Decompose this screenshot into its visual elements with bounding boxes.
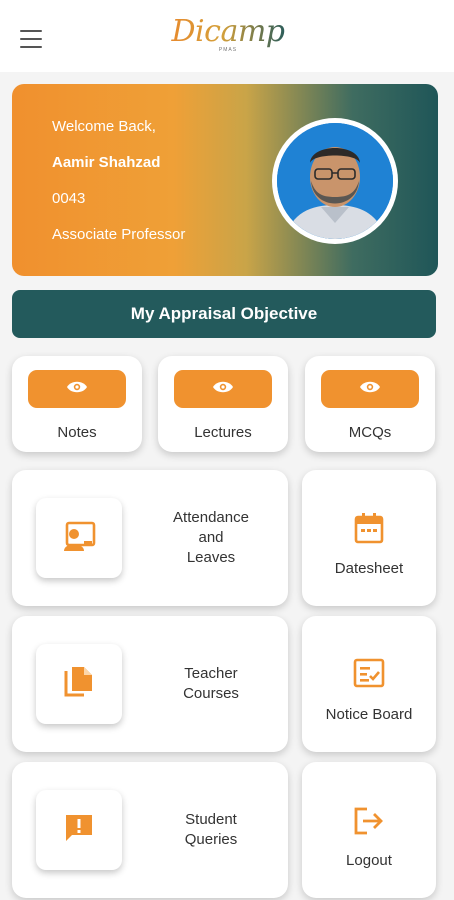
checklist-icon bbox=[353, 658, 385, 693]
student-queries-label: Student Queries bbox=[184, 811, 238, 848]
datesheet-card[interactable]: Datesheet bbox=[302, 470, 436, 606]
eye-icon bbox=[212, 380, 234, 399]
appraisal-objective-label: My Appraisal Objective bbox=[130, 304, 318, 323]
person-board-icon bbox=[62, 521, 96, 556]
welcome-text: Welcome Back, bbox=[52, 118, 156, 135]
lectures-label: Lectures bbox=[194, 424, 252, 441]
courses-icon-box bbox=[36, 644, 122, 724]
profile-photo bbox=[277, 123, 393, 239]
student-queries-card[interactable]: Student Queries bbox=[12, 762, 288, 898]
notice-board-card[interactable]: Notice Board bbox=[302, 616, 436, 752]
queries-icon-box bbox=[36, 790, 122, 870]
teacher-courses-label: Teacher Courses bbox=[183, 665, 239, 702]
notice-board-label: Notice Board bbox=[325, 706, 413, 723]
appraisal-objective-button[interactable]: My Appraisal Objective bbox=[12, 290, 436, 338]
app-logo: Dicamp PMAS bbox=[168, 14, 288, 60]
hamburger-menu-icon[interactable] bbox=[20, 30, 42, 48]
avatar bbox=[272, 118, 398, 244]
datesheet-label: Datesheet bbox=[334, 560, 404, 577]
lectures-card[interactable]: Lectures bbox=[158, 356, 288, 452]
logout-card[interactable]: Logout bbox=[302, 762, 436, 898]
calendar-icon bbox=[354, 512, 384, 549]
logout-icon bbox=[353, 806, 385, 841]
notes-label: Notes bbox=[57, 424, 97, 441]
mcqs-label: MCQs bbox=[348, 424, 392, 441]
notes-card[interactable]: Notes bbox=[12, 356, 142, 452]
documents-icon bbox=[64, 665, 94, 704]
user-designation: Associate Professor bbox=[52, 226, 186, 243]
user-id: 0043 bbox=[52, 190, 86, 207]
logo-text: Dicamp bbox=[168, 14, 288, 50]
logout-label: Logout bbox=[346, 852, 392, 869]
notes-view-button[interactable] bbox=[28, 370, 126, 408]
teacher-courses-card[interactable]: Teacher Courses bbox=[12, 616, 288, 752]
eye-icon bbox=[359, 380, 381, 399]
top-app-bar: Dicamp PMAS bbox=[0, 0, 454, 72]
profile-card: Welcome Back, Aamir Shahzad 0043 Associa… bbox=[12, 84, 438, 276]
user-name: Aamir Shahzad bbox=[52, 154, 161, 171]
eye-icon bbox=[66, 380, 88, 399]
mcqs-card[interactable]: MCQs bbox=[305, 356, 435, 452]
alert-message-icon bbox=[63, 812, 95, 849]
attendance-icon-box bbox=[36, 498, 122, 578]
attendance-leaves-card[interactable]: Attendance and Leaves bbox=[12, 470, 288, 606]
lectures-view-button[interactable] bbox=[174, 370, 272, 408]
mcqs-view-button[interactable] bbox=[321, 370, 419, 408]
attendance-leaves-label: Attendance and Leaves bbox=[173, 509, 249, 566]
